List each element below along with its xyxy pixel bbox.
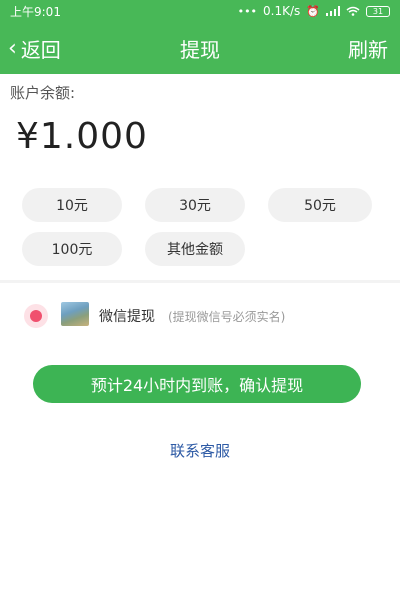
refresh-button[interactable]: 刷新	[348, 22, 388, 74]
page-title: 提现	[180, 37, 220, 62]
alarm-icon: ⏰	[306, 4, 320, 18]
battery-icon: 31	[366, 5, 390, 17]
amount-option-10[interactable]: 10元	[22, 188, 122, 222]
payment-method-hint: (提现微信号必须实名)	[168, 310, 286, 324]
payment-radio[interactable]	[24, 304, 48, 328]
wifi-icon	[346, 6, 360, 16]
amount-option-30[interactable]: 30元	[145, 188, 245, 222]
confirm-withdraw-button[interactable]: 预计24小时内到账，确认提现	[33, 365, 361, 403]
contact-support-link[interactable]: 联系客服	[0, 440, 400, 461]
network-speed: 0.1K/s	[263, 4, 301, 18]
signal-icon	[326, 6, 340, 16]
amount-option-other[interactable]: 其他金额	[145, 232, 245, 266]
radio-selected-dot	[30, 310, 42, 322]
balance-label: 账户余额:	[10, 84, 76, 102]
status-indicators: ••• 0.1K/s ⏰ 31	[238, 4, 390, 18]
amount-option-50[interactable]: 50元	[268, 188, 372, 222]
wechat-thumbnail-icon	[61, 302, 89, 326]
balance-amount: ¥1.000	[16, 116, 148, 157]
battery-level: 31	[372, 6, 384, 16]
amount-option-100[interactable]: 100元	[22, 232, 122, 266]
section-divider	[0, 280, 400, 283]
payment-method-row[interactable]: 微信提现 (提现微信号必须实名)	[0, 296, 400, 336]
notification-dots-icon: •••	[237, 4, 258, 18]
nav-bar: ‹ 返回 提现 刷新	[0, 22, 400, 74]
status-time: 上午9:01	[10, 4, 61, 19]
status-bar: 上午9:01 ••• 0.1K/s ⏰ 31	[0, 0, 400, 22]
payment-method-label: 微信提现	[99, 309, 155, 325]
